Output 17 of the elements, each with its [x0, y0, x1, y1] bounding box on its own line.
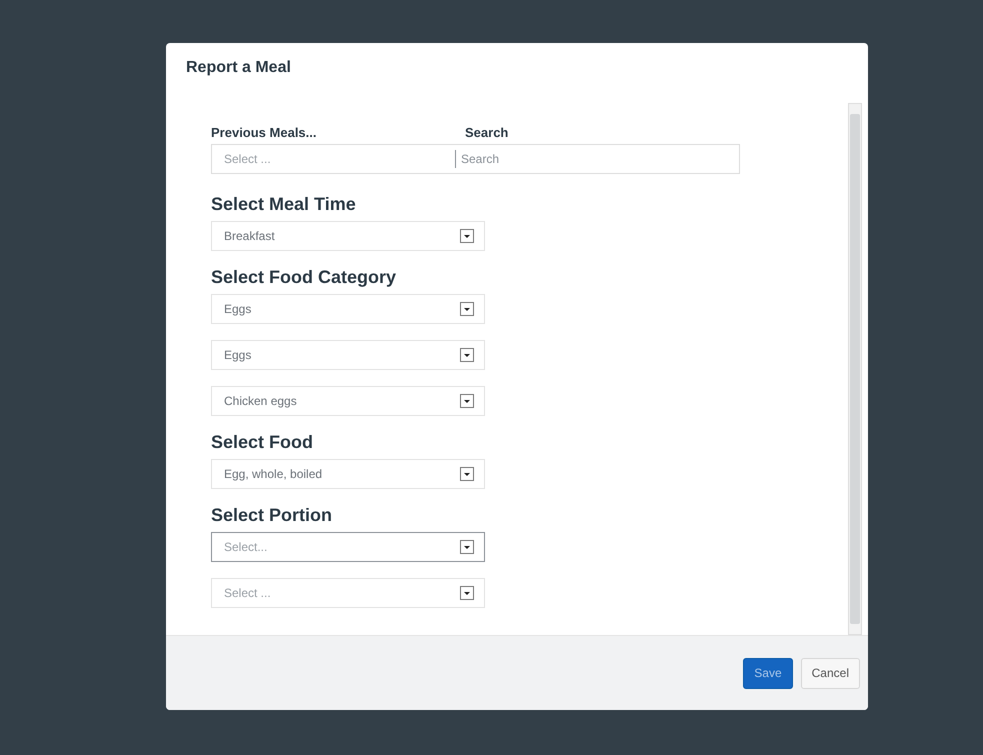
select-field[interactable]: Breakfast	[211, 221, 485, 251]
section-heading: Select Meal Time	[211, 194, 357, 215]
save-button[interactable]: Save	[743, 658, 793, 688]
section-heading: Select Food Category	[211, 267, 398, 288]
field-label: Search	[465, 125, 508, 140]
scrollbar[interactable]	[848, 103, 862, 635]
section-heading: Select Food	[211, 432, 314, 453]
select-field[interactable]: Eggs	[211, 294, 485, 324]
select-field[interactable]: Select ...	[211, 578, 485, 608]
cancel-button[interactable]: Cancel	[800, 658, 860, 688]
dialog-title: Report a Meal	[186, 59, 291, 77]
select-field[interactable]: Eggs	[211, 340, 485, 370]
section-heading: Select Portion	[211, 505, 334, 526]
select-field[interactable]: Chicken eggs	[211, 386, 485, 416]
select-field[interactable]: Egg, whole, boiled	[211, 459, 485, 489]
select-field[interactable]: Select...	[211, 532, 485, 562]
field-label: Previous Meals...	[211, 125, 318, 140]
